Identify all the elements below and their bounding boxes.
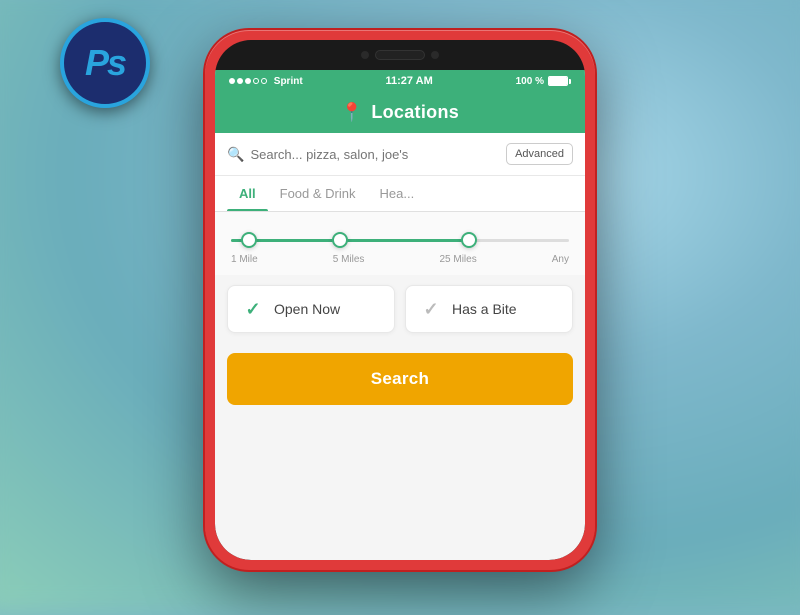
- battery-pct-label: 100 %: [516, 76, 544, 87]
- slider-thumb-2[interactable]: [332, 232, 348, 248]
- has-a-bite-label: Has a Bite: [452, 301, 517, 317]
- filter-open-now[interactable]: ✓ Open Now: [227, 285, 395, 333]
- slider-track: [231, 239, 569, 242]
- battery-fill: [549, 77, 567, 85]
- search-input[interactable]: [250, 147, 498, 162]
- slider-fill: [231, 239, 468, 242]
- location-pin-icon: 📍: [341, 102, 363, 123]
- phone-mockup: Sprint 11:27 AM 100 %: [205, 30, 595, 570]
- ps-badge-label: Ps: [85, 42, 125, 84]
- slider-label-2: 5 Miles: [333, 254, 365, 265]
- tab-food-drink[interactable]: Food & Drink: [268, 176, 368, 211]
- open-now-label: Open Now: [274, 301, 340, 317]
- filter-has-a-bite[interactable]: ✓ Has a Bite: [405, 285, 573, 333]
- speaker-grille: [375, 50, 425, 60]
- slider-label-4: Any: [552, 254, 569, 265]
- signal-dot-1: [229, 78, 235, 84]
- app-header: 📍 Locations: [215, 92, 585, 133]
- slider-thumb-3[interactable]: [461, 232, 477, 248]
- slider-thumb-1[interactable]: [241, 232, 257, 248]
- phone-top-bar: [361, 50, 439, 60]
- phone-inner: Sprint 11:27 AM 100 %: [215, 40, 585, 560]
- signal-dot-3: [245, 78, 251, 84]
- advanced-button[interactable]: Advanced: [506, 143, 573, 165]
- search-button[interactable]: Search: [227, 353, 573, 405]
- slider-label-3: 25 Miles: [439, 254, 476, 265]
- screen: Sprint 11:27 AM 100 %: [215, 70, 585, 560]
- distance-slider-section: 1 Mile 5 Miles 25 Miles Any: [215, 212, 585, 275]
- search-input-wrap: 🔍: [227, 146, 498, 163]
- slider-label-1: 1 Mile: [231, 254, 258, 265]
- phone-outer-shell: Sprint 11:27 AM 100 %: [205, 30, 595, 570]
- battery-body: [548, 76, 568, 86]
- slider-labels: 1 Mile 5 Miles 25 Miles Any: [231, 254, 569, 265]
- search-button-wrap: Search: [215, 343, 585, 421]
- filter-section: ✓ Open Now ✓ Has a Bite: [215, 275, 585, 343]
- status-left: Sprint: [229, 76, 303, 87]
- has-a-bite-check-icon: ✓: [420, 298, 442, 320]
- signal-dot-5: [261, 78, 267, 84]
- status-bar: Sprint 11:27 AM 100 %: [215, 70, 585, 92]
- tab-all[interactable]: All: [227, 176, 268, 211]
- status-time: 11:27 AM: [386, 75, 433, 87]
- photoshop-badge: Ps: [60, 18, 150, 108]
- header-title: Locations: [371, 102, 459, 123]
- camera-dot: [361, 51, 369, 59]
- status-right: 100 %: [516, 76, 571, 87]
- tabs-row: All Food & Drink Hea...: [215, 176, 585, 212]
- open-now-check-icon: ✓: [242, 298, 264, 320]
- search-bar: 🔍 Advanced: [215, 133, 585, 176]
- sensor-dot: [431, 51, 439, 59]
- tab-health[interactable]: Hea...: [368, 176, 427, 211]
- slider-track-wrap[interactable]: [231, 230, 569, 250]
- search-icon: 🔍: [227, 146, 244, 163]
- carrier-label: Sprint: [274, 76, 303, 87]
- signal-dot-2: [237, 78, 243, 84]
- battery-icon: [548, 76, 571, 86]
- battery-tip: [569, 79, 571, 84]
- signal-dot-4: [253, 78, 259, 84]
